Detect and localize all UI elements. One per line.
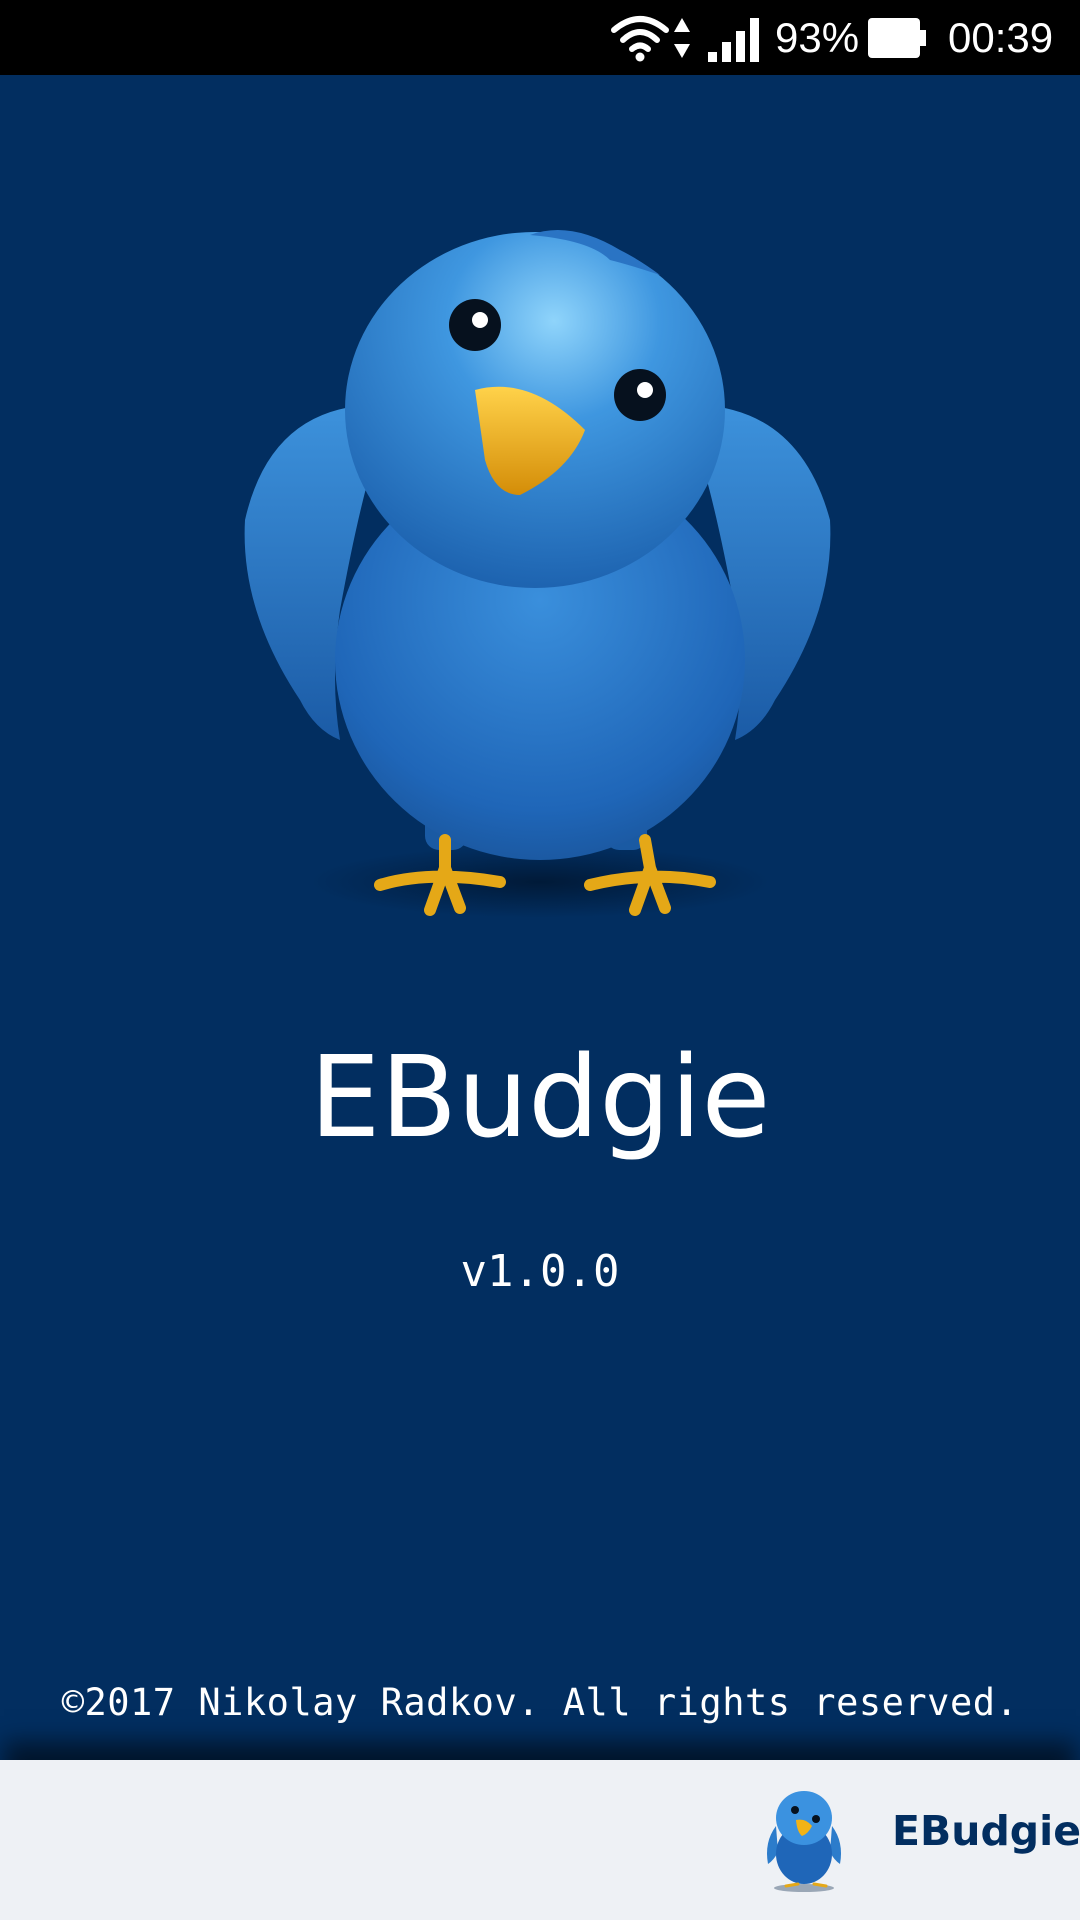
status-clock: 00:39 (948, 14, 1054, 61)
version-label: v1.0.0 (460, 1246, 620, 1297)
wifi-icon (611, 16, 669, 62)
budgie-logo-icon (767, 1791, 841, 1892)
bottom-brand-name: EBudgie (892, 1807, 1080, 1855)
copyright-text: ©2017 Nikolay Radkov. All rights reserve… (61, 1681, 1019, 1724)
data-activity-icon (674, 18, 690, 58)
app-title: EBudgie (309, 1033, 771, 1163)
cell-signal-icon (708, 18, 759, 62)
budgie-bird-icon (244, 230, 831, 918)
battery-icon (868, 18, 926, 58)
status-bar: 93% 00:39 (0, 0, 1080, 75)
bottom-bar: EBudgie (0, 1760, 1080, 1920)
battery-percent: 93% (775, 14, 860, 61)
